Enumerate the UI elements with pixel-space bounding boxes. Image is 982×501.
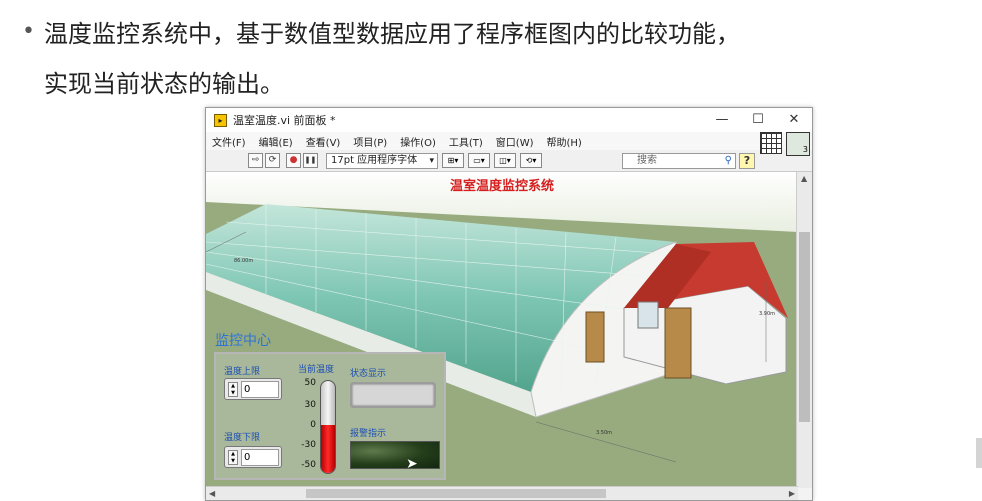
- thermo-tick: 30: [304, 400, 316, 410]
- dim-length: 86.00m: [234, 258, 253, 264]
- lower-limit-label: 温度下限: [224, 433, 261, 443]
- menu-file[interactable]: 文件(F): [212, 134, 246, 149]
- context-help-button[interactable]: ?: [739, 153, 755, 169]
- title-bar[interactable]: ▸ 温室温度.vi 前面板 * — ☐ ✕: [206, 108, 812, 132]
- status-label: 状态显示: [350, 369, 387, 379]
- menu-edit[interactable]: 编辑(E): [259, 134, 293, 149]
- slide-text-1: 温度监控系统中，基于数值型数据应用了程序框图内的比较功能，: [44, 20, 740, 48]
- current-temp-label: 当前温度: [298, 365, 335, 375]
- mouse-cursor-icon: ➤: [406, 456, 418, 472]
- dim-height: 3.90m: [759, 311, 775, 317]
- search-placeholder: 搜索: [637, 155, 657, 166]
- thermo-tick: -50: [301, 460, 316, 470]
- thermometer-scale: 50 30 0 -30 -50: [292, 378, 316, 474]
- lower-limit-value[interactable]: 0: [241, 449, 279, 466]
- thermo-tick: 50: [304, 378, 316, 388]
- abort-execution-icon[interactable]: ●: [286, 153, 301, 168]
- vertical-scrollbar[interactable]: ▲: [796, 172, 812, 488]
- upper-limit-value[interactable]: 0: [241, 381, 279, 398]
- reorder-icon[interactable]: ⟲▾: [520, 153, 542, 168]
- vi-icon[interactable]: 3: [786, 132, 810, 156]
- scroll-up-icon[interactable]: ▲: [801, 174, 807, 183]
- vertical-scroll-thumb[interactable]: [799, 232, 810, 422]
- resize-objects-icon[interactable]: ◫▾: [494, 153, 516, 168]
- slide-line-1: • 温度监控系统中，基于数值型数据应用了程序框图内的比较功能，: [22, 14, 740, 49]
- lower-limit-spinner-icon[interactable]: ▲ ▼: [228, 450, 238, 465]
- horizontal-scroll-thumb[interactable]: [306, 489, 606, 498]
- labview-window: ▸ 温室温度.vi 前面板 * — ☐ ✕ 文件(F) 编辑(E) 查看(V) …: [205, 107, 813, 501]
- edge-scroll-hint: [976, 438, 982, 468]
- labview-app-icon: ▸: [214, 113, 227, 127]
- connector-pane-icon[interactable]: [760, 132, 782, 154]
- search-input[interactable]: 搜索 ⚲: [622, 153, 736, 169]
- upper-limit-label: 温度上限: [224, 367, 261, 377]
- font-select[interactable]: 17pt 应用程序字体: [326, 152, 438, 169]
- menu-tools[interactable]: 工具(T): [449, 134, 483, 149]
- menu-view[interactable]: 查看(V): [306, 134, 341, 149]
- thermometer-fill: [321, 425, 335, 473]
- menu-project[interactable]: 项目(P): [353, 134, 387, 149]
- thermo-tick: 0: [310, 420, 316, 430]
- menu-bar: 文件(F) 编辑(E) 查看(V) 项目(P) 操作(O) 工具(T) 窗口(W…: [206, 132, 812, 150]
- window-controls: — ☐ ✕: [704, 108, 812, 132]
- monitor-center-label: 监控中心: [215, 333, 271, 349]
- menu-window[interactable]: 窗口(W): [496, 134, 534, 149]
- menu-help[interactable]: 帮助(H): [547, 134, 582, 149]
- bullet-marker: •: [22, 19, 35, 44]
- front-panel: 86.00m 3.50m 3.90m 温室温度监控系统 监控中心 温度上限 ▲ ▼…: [206, 172, 798, 488]
- dim-width: 3.50m: [596, 430, 612, 436]
- alarm-indicator: [350, 441, 440, 469]
- upper-limit-control[interactable]: ▲ ▼ 0: [224, 378, 282, 400]
- scroll-left-icon[interactable]: ◀: [209, 489, 215, 498]
- horizontal-scrollbar[interactable]: ◀ ▶: [206, 486, 798, 500]
- minimize-button[interactable]: —: [704, 108, 740, 132]
- scroll-right-icon[interactable]: ▶: [789, 489, 795, 498]
- pause-icon[interactable]: ❚❚: [303, 153, 318, 168]
- panel-title: 温室温度监控系统: [449, 179, 554, 194]
- current-temp-thermometer: [320, 380, 336, 474]
- thermo-tick: -30: [301, 440, 316, 450]
- status-display: [350, 382, 436, 408]
- upper-limit-spinner-icon[interactable]: ▲ ▼: [228, 382, 238, 397]
- maximize-button[interactable]: ☐: [740, 108, 776, 132]
- close-button[interactable]: ✕: [776, 108, 812, 132]
- align-objects-icon[interactable]: ⊞▾: [442, 153, 464, 168]
- search-icon[interactable]: ⚲: [725, 154, 732, 168]
- alarm-label: 报警指示: [350, 429, 387, 439]
- monitor-panel: 温度上限 ▲ ▼ 0 温度下限 ▲ ▼ 0 当前温度 50 30 0 -30 -50…: [214, 352, 446, 480]
- lower-limit-control[interactable]: ▲ ▼ 0: [224, 446, 282, 468]
- distribute-objects-icon[interactable]: ▭▾: [468, 153, 490, 168]
- run-continuously-icon[interactable]: ⟳: [265, 153, 280, 168]
- toolbar: ⇨ ⟳ ● ❚❚ 17pt 应用程序字体 ⊞▾ ▭▾ ◫▾ ⟲▾ 搜索 ⚲ ? …: [206, 132, 812, 172]
- run-arrow-icon[interactable]: ⇨: [248, 153, 263, 168]
- window-title: 温室温度.vi 前面板 *: [233, 114, 336, 127]
- menu-operate[interactable]: 操作(O): [400, 134, 436, 149]
- slide-text-2: 实现当前状态的输出。: [44, 70, 284, 98]
